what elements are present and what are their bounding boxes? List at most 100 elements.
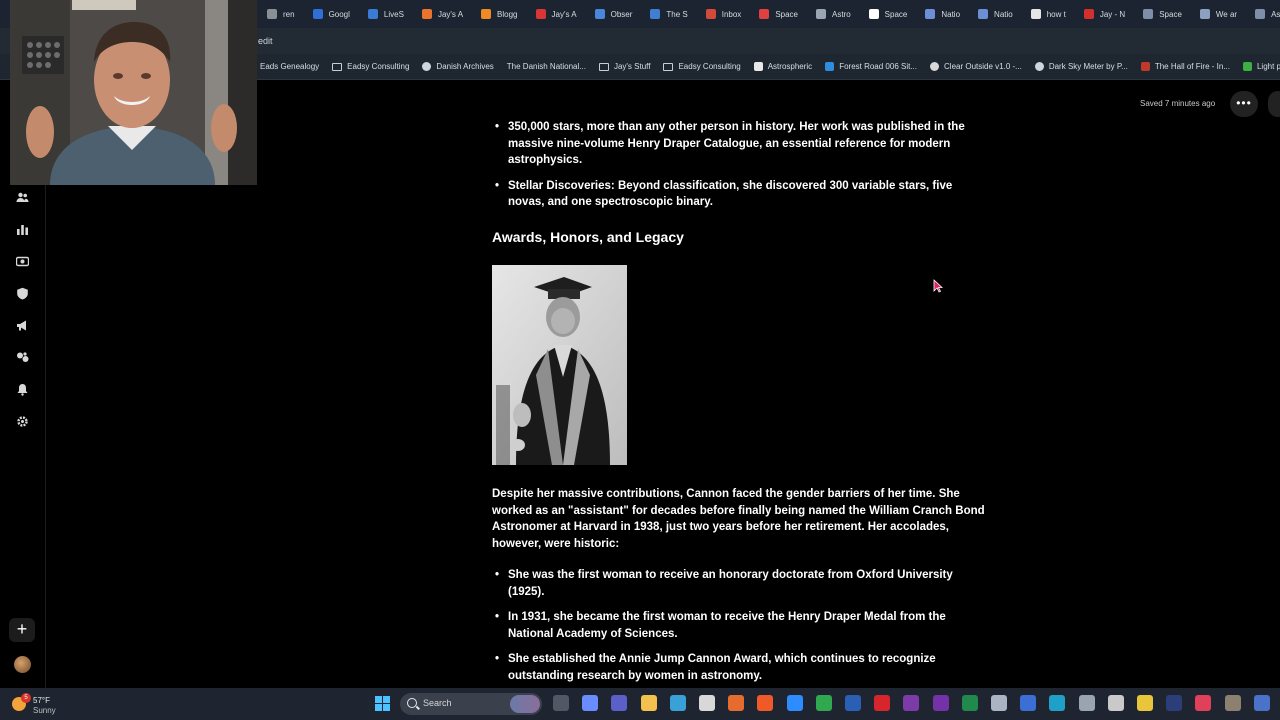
visual-studio-icon[interactable] bbox=[1166, 695, 1183, 711]
windows-logo-icon bbox=[375, 696, 382, 703]
browser-tab[interactable]: Space bbox=[750, 0, 807, 28]
browser-tab[interactable]: Jay's A bbox=[413, 0, 472, 28]
acrobat-icon[interactable] bbox=[874, 695, 891, 711]
megaphone-icon[interactable] bbox=[16, 319, 29, 332]
tab-label: LiveS bbox=[383, 9, 404, 19]
onenote-2-icon[interactable] bbox=[932, 695, 949, 711]
weather-widget[interactable]: 5 57°F Sunny bbox=[10, 693, 70, 715]
photos-icon[interactable] bbox=[669, 695, 686, 711]
media-icon[interactable] bbox=[15, 255, 30, 268]
tab-label: Obser bbox=[610, 9, 633, 19]
browser-tab[interactable]: Natio bbox=[916, 0, 969, 28]
browser-tab[interactable]: Astro bbox=[807, 0, 860, 28]
browser-tab[interactable]: Jay's A bbox=[527, 0, 586, 28]
browser-tab[interactable]: Space bbox=[1134, 0, 1191, 28]
tab-label: Astro bbox=[832, 9, 851, 19]
tab-label: ren bbox=[283, 9, 295, 19]
sz-app-icon[interactable] bbox=[1107, 695, 1124, 711]
music-icon[interactable] bbox=[1195, 695, 1212, 711]
teams-icon[interactable] bbox=[611, 695, 628, 711]
tab-label: Jay - N bbox=[1099, 9, 1126, 19]
browser-tab[interactable]: how t bbox=[1022, 0, 1075, 28]
tab-favicon-icon bbox=[759, 9, 770, 19]
section-heading: Awards, Honors, and Legacy bbox=[492, 229, 684, 245]
zoom-icon[interactable] bbox=[786, 695, 803, 711]
browser-tab[interactable]: ren bbox=[258, 0, 304, 28]
shield-icon[interactable] bbox=[16, 287, 29, 300]
bookmark-item[interactable]: Astrospheric bbox=[753, 62, 812, 71]
list-item: 350,000 stars, more than any other perso… bbox=[492, 119, 972, 169]
browser-tab[interactable]: Natio bbox=[969, 0, 1022, 28]
bookmark-item[interactable]: Eads Genealogy bbox=[260, 62, 319, 71]
word-icon[interactable] bbox=[845, 695, 861, 711]
bookmark-item[interactable]: Eadsy Consulting bbox=[663, 62, 741, 71]
edge-icon[interactable] bbox=[1049, 695, 1066, 711]
portrait-photo[interactable] bbox=[492, 265, 627, 465]
bookmark-label: Clear Outside v1.0 -... bbox=[944, 62, 1022, 71]
tab-favicon-icon bbox=[650, 9, 661, 19]
file-explorer-icon[interactable] bbox=[640, 695, 657, 711]
bookmark-item[interactable]: Jay's Stuff bbox=[598, 62, 650, 71]
app-monitor-icon[interactable] bbox=[1253, 695, 1270, 711]
file-manager-icon[interactable] bbox=[553, 695, 569, 711]
bookmark-item[interactable]: Danish Archives bbox=[422, 62, 494, 71]
brave-icon[interactable] bbox=[757, 695, 774, 711]
tab-favicon-icon bbox=[267, 9, 277, 19]
tab-favicon-icon bbox=[705, 9, 716, 19]
app-blue-icon[interactable] bbox=[1020, 695, 1037, 711]
body-paragraph: Despite her massive contributions, Canno… bbox=[492, 488, 985, 550]
bookmark-item[interactable]: The Hall of Fire - In... bbox=[1140, 62, 1230, 71]
bookmark-item[interactable]: Light pol bbox=[1242, 62, 1280, 71]
share-button[interactable] bbox=[1268, 91, 1280, 117]
itunes-icon[interactable] bbox=[699, 695, 715, 711]
browser-tab[interactable]: Obser bbox=[586, 0, 642, 28]
chart-icon[interactable] bbox=[16, 223, 29, 236]
document-body[interactable]: 350,000 stars, more than any other perso… bbox=[492, 80, 992, 688]
firefox-icon[interactable] bbox=[728, 695, 745, 711]
start-button[interactable] bbox=[375, 696, 390, 711]
tab-favicon-icon bbox=[421, 9, 432, 19]
bookmark-item[interactable]: Clear Outside v1.0 -... bbox=[930, 62, 1022, 71]
bookmark-item[interactable]: Forest Road 006 Sit... bbox=[825, 62, 917, 71]
webcam-overlay bbox=[10, 0, 257, 185]
globe-icon bbox=[422, 62, 432, 71]
folder-icon bbox=[332, 62, 343, 71]
pen-app-icon[interactable] bbox=[1137, 695, 1153, 711]
browser-tab[interactable]: The S bbox=[641, 0, 696, 28]
browser-tab[interactable]: We ar bbox=[1191, 0, 1246, 28]
bell-icon[interactable] bbox=[16, 383, 29, 396]
onenote-icon[interactable] bbox=[903, 695, 920, 711]
list-item: She was the first woman to receive an ho… bbox=[492, 567, 972, 600]
gear-icon[interactable] bbox=[16, 415, 29, 428]
bookmark-label: Danish Archives bbox=[436, 62, 494, 71]
copilot-icon[interactable] bbox=[582, 695, 599, 711]
taskbar-search[interactable]: Search bbox=[400, 693, 542, 715]
saved-status: Saved 7 minutes ago bbox=[1140, 99, 1216, 108]
people-icon[interactable] bbox=[16, 191, 29, 204]
gimp-icon[interactable] bbox=[1224, 695, 1241, 711]
weather-condition: Sunny bbox=[33, 706, 56, 715]
community-icon[interactable] bbox=[16, 351, 29, 364]
browser-tab[interactable]: Space bbox=[860, 0, 917, 28]
browser-tab[interactable]: LiveS bbox=[359, 0, 413, 28]
browser-tab[interactable]: Inbox bbox=[697, 0, 751, 28]
browser-tab[interactable]: Blogg bbox=[472, 0, 526, 28]
bookmark-label: The Danish National... bbox=[506, 62, 586, 71]
tab-favicon-icon bbox=[1083, 9, 1094, 19]
new-button[interactable]: + bbox=[9, 618, 35, 642]
browser-tab[interactable]: Astro bbox=[1246, 0, 1280, 28]
chrome-icon[interactable] bbox=[815, 695, 832, 711]
bookmark-item[interactable]: Dark Sky Meter by P... bbox=[1034, 62, 1128, 71]
list-item: In 1931, she became the first woman to r… bbox=[492, 609, 972, 642]
tab-label: Natio bbox=[994, 9, 1013, 19]
bookmark-item[interactable]: Eadsy Consulting bbox=[332, 62, 409, 71]
avatar[interactable] bbox=[14, 656, 31, 673]
toolbar-text[interactable]: edit bbox=[258, 36, 273, 46]
browser-tab[interactable]: Jay - N bbox=[1075, 0, 1134, 28]
stellarium-icon[interactable] bbox=[1078, 695, 1095, 711]
bookmark-item[interactable]: The Danish National... bbox=[507, 62, 586, 71]
excel-icon[interactable] bbox=[961, 695, 978, 711]
more-options-button[interactable]: ••• bbox=[1230, 91, 1258, 117]
browser-tab[interactable]: Googl bbox=[304, 0, 359, 28]
app-bird-icon[interactable] bbox=[991, 695, 1007, 711]
